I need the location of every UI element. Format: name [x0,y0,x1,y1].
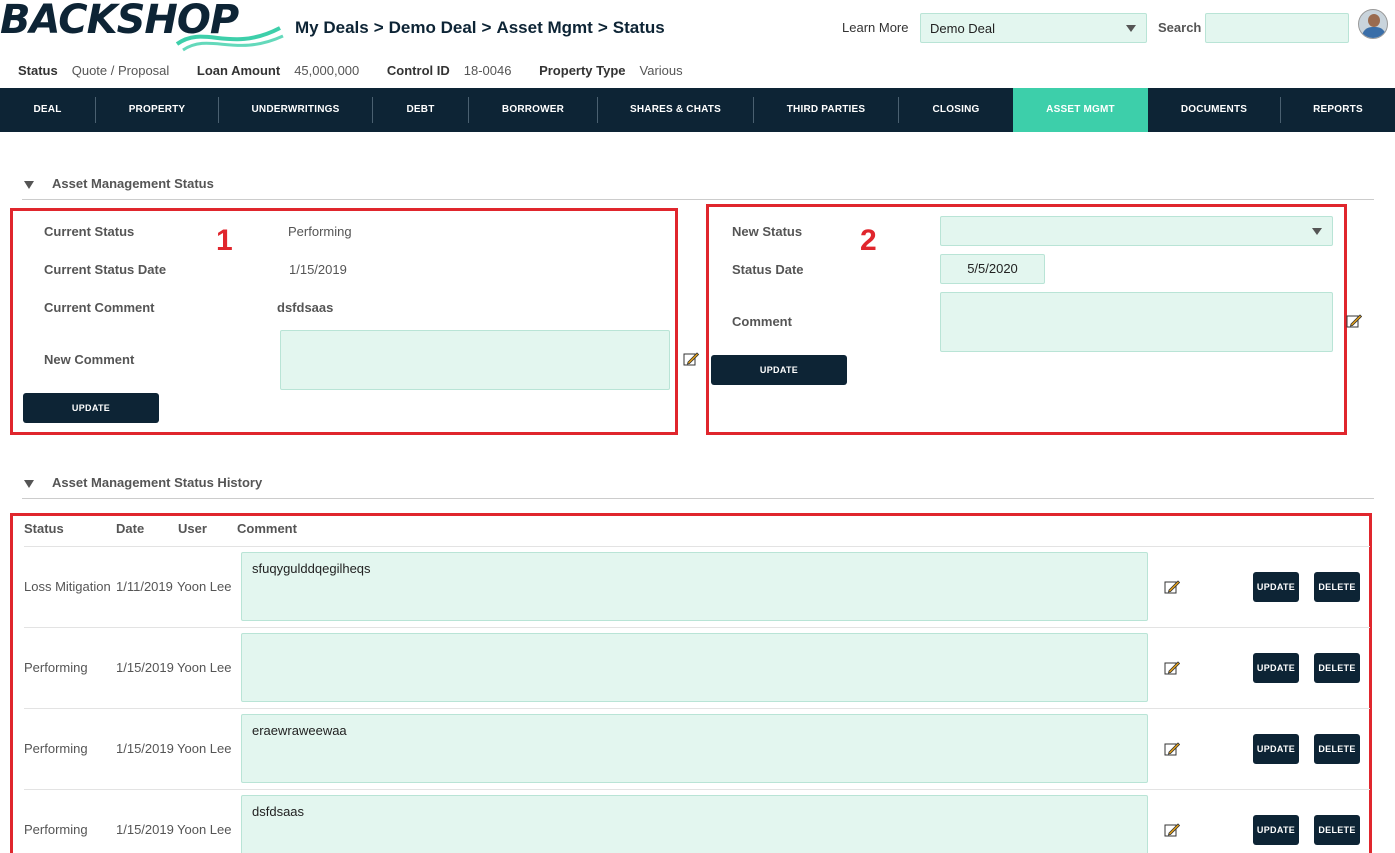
status-date-input[interactable]: 5/5/2020 [940,254,1045,284]
history-section-header[interactable]: Asset Management Status History [24,475,262,490]
new-status-label: New Status [732,224,803,239]
backshop-logo[interactable]: BACKSHOP [0,0,285,56]
learn-more-link[interactable]: Learn More [842,20,908,35]
row-update-button[interactable]: UPDATE [1253,815,1299,845]
history-section-title: Asset Management Status History [52,475,263,490]
comment-label: Comment [732,314,792,329]
row-date: 1/15/2019 [116,660,174,675]
col-header-status: Status [24,521,64,536]
summary-status-value: Quote / Proposal [71,63,170,78]
current-status-label: Current Status [44,224,135,239]
new-comment-label: New Comment [44,352,135,367]
current-status-date-value: 1/15/2019 [289,262,347,277]
row-comment-textarea[interactable]: sfuqygulddqegilheqs [241,552,1148,621]
row-user: Yoon Lee [177,741,232,756]
nav-shares-chats[interactable]: SHARES & CHATS [598,88,753,132]
section-divider [22,498,1374,499]
status-section-header[interactable]: Asset Management Status [24,176,214,191]
row-date: 1/11/2019 [116,579,173,594]
col-header-user: User [178,521,207,536]
nav-asset-mgmt[interactable]: ASSET MGMT [1013,88,1148,132]
main-nav: DEAL PROPERTY UNDERWRITINGS DEBT BORROWE… [0,88,1395,132]
deal-summary: Status Quote / Proposal Loan Amount 45,000… [18,63,707,78]
edit-icon[interactable] [1164,660,1180,676]
edit-icon[interactable] [1346,313,1362,329]
summary-control-value: 18-0046 [463,63,512,78]
summary-loan-label: Loan Amount [196,63,281,78]
status-section-title: Asset Management Status [52,176,214,191]
row-user: Yoon Lee [177,579,232,594]
new-status-update-button[interactable]: UPDATE [711,355,847,385]
summary-ptype-label: Property Type [539,63,626,78]
row-date: 1/15/2019 [116,822,174,837]
row-user: Yoon Lee [177,822,232,837]
row-comment-textarea[interactable]: dsfdsaas [241,795,1148,853]
annotation-marker-2: 2 [860,224,877,257]
nav-debt[interactable]: DEBT [373,88,468,132]
chevron-down-icon [1126,25,1136,32]
row-status: Loss Mitigation [24,579,111,594]
nav-borrower[interactable]: BORROWER [469,88,597,132]
collapse-triangle-icon [24,180,34,189]
section-divider [22,199,1374,200]
nav-property[interactable]: PROPERTY [96,88,218,132]
row-delete-button[interactable]: DELETE [1314,734,1360,764]
summary-ptype-value: Various [639,63,683,78]
col-header-date: Date [116,521,145,536]
breadcrumb: My Deals > Demo Deal > Asset Mgmt > Status [295,18,665,37]
row-date: 1/15/2019 [116,741,174,756]
nav-deal[interactable]: DEAL [0,88,95,132]
nav-closing[interactable]: CLOSING [899,88,1013,132]
deal-select[interactable]: Demo Deal [920,13,1147,43]
breadcrumb-my-deals[interactable]: My Deals [295,18,369,37]
search-input[interactable] [1205,13,1349,43]
current-comment-value: dsfdsaas [277,300,334,315]
comment-textarea[interactable] [940,292,1333,352]
row-status: Performing [24,660,88,675]
current-update-button[interactable]: UPDATE [23,393,159,423]
new-status-select[interactable] [940,216,1333,246]
row-comment-textarea[interactable] [241,633,1148,702]
row-update-button[interactable]: UPDATE [1253,734,1299,764]
deal-select-value: Demo Deal [930,21,996,36]
current-status-date-label: Current Status Date [44,262,167,277]
status-date-label: Status Date [732,262,804,277]
nav-third-parties[interactable]: THIRD PARTIES [754,88,898,132]
logo-wave-icon [175,26,284,52]
row-update-button[interactable]: UPDATE [1253,572,1299,602]
col-header-comment: Comment [237,521,297,536]
collapse-triangle-icon [24,479,34,488]
breadcrumb-asset-mgmt[interactable]: Asset Mgmt [496,18,592,37]
nav-documents[interactable]: DOCUMENTS [1148,88,1280,132]
summary-status-label: Status [18,63,58,78]
row-status: Performing [24,822,88,837]
current-status-value: Performing [288,224,352,239]
current-comment-label: Current Comment [44,300,155,315]
nav-reports[interactable]: REPORTS [1281,88,1395,132]
chevron-down-icon [1312,228,1322,235]
edit-icon[interactable] [1164,741,1180,757]
search-label: Search [1158,20,1202,35]
summary-loan-value: 45,000,000 [294,63,360,78]
breadcrumb-demo-deal[interactable]: Demo Deal [389,18,477,37]
edit-icon[interactable] [1164,822,1180,838]
row-comment-textarea[interactable]: eraewraweewaa [241,714,1148,783]
row-update-button[interactable]: UPDATE [1253,653,1299,683]
row-delete-button[interactable]: DELETE [1314,572,1360,602]
new-comment-textarea[interactable] [280,330,670,390]
annotation-marker-1: 1 [216,224,233,257]
row-delete-button[interactable]: DELETE [1314,815,1360,845]
row-status: Performing [24,741,88,756]
edit-icon[interactable] [683,351,699,367]
summary-control-label: Control ID [386,63,450,78]
row-user: Yoon Lee [177,660,232,675]
row-delete-button[interactable]: DELETE [1314,653,1360,683]
breadcrumb-status: Status [612,18,665,37]
user-avatar[interactable] [1358,9,1388,39]
edit-icon[interactable] [1164,579,1180,595]
nav-underwritings[interactable]: UNDERWRITINGS [219,88,372,132]
